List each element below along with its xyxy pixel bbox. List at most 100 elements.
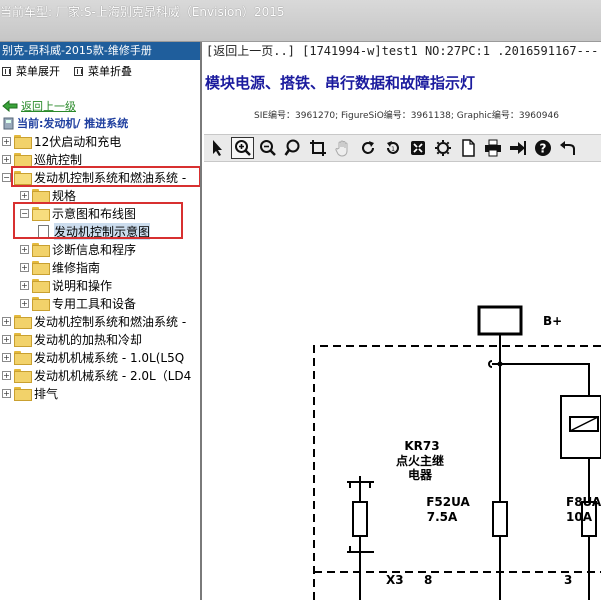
- expand-toggle-icon[interactable]: +: [20, 298, 29, 308]
- zoom-out-icon: [259, 140, 276, 156]
- folder-icon: [32, 261, 50, 275]
- wire-jump: [488, 360, 493, 368]
- content-pane: [返回上一页..] [1741994-w]test1 NO:27PC:1 .20…: [204, 42, 601, 600]
- tree-item-label[interactable]: 发动机机械系统 - 1.0L(L5Q: [34, 349, 184, 366]
- expand-toggle-icon[interactable]: +: [20, 244, 29, 254]
- tree-item[interactable]: + 发动机机械系统 - 1.0L(L5Q: [2, 348, 184, 366]
- tree-item-label[interactable]: 诊断信息和程序: [52, 241, 136, 258]
- zoom-out-tool[interactable]: [256, 137, 279, 159]
- folder-icon: [14, 153, 32, 167]
- document-icon: [38, 224, 49, 238]
- back-tool[interactable]: [556, 137, 579, 159]
- tree-item[interactable]: + 排气: [2, 384, 58, 402]
- pin-label-1: 8: [424, 573, 432, 587]
- search-tool[interactable]: [281, 137, 304, 159]
- navigation-panel: 别克-昂科威-2015款-维修手册 菜单展开 菜单折叠 返回上一级 当前:发动机…: [0, 42, 202, 600]
- fit-icon: [410, 141, 425, 155]
- export-tool[interactable]: [506, 137, 529, 159]
- folder-icon: [14, 135, 32, 149]
- expand-toggle-icon[interactable]: +: [2, 370, 11, 380]
- tree-item[interactable]: +12伏启动和充电: [2, 132, 121, 150]
- arrow-pointer-icon: [212, 140, 222, 156]
- expand-toggle-icon[interactable]: +: [2, 388, 11, 398]
- current-location: 当前:发动机/ 推进系统: [2, 115, 128, 131]
- folder-icon: [32, 279, 50, 293]
- expand-toggle-icon[interactable]: +: [20, 262, 29, 272]
- tree-item-label[interactable]: 12伏启动和充电: [34, 133, 121, 150]
- tree-item-label[interactable]: 发动机的加热和冷却: [34, 331, 142, 348]
- fuse1-rating: 7.5A: [427, 510, 458, 524]
- wiring-diagram[interactable]: B+ KR73 点火主继 电器 F52UA 7.5A F8UA 10A X3 8…: [204, 164, 601, 600]
- settings-tool[interactable]: [431, 137, 454, 159]
- menu-toolbar: 菜单展开 菜单折叠: [0, 60, 200, 82]
- folder-icon: [14, 351, 32, 365]
- expand-toggle-icon[interactable]: +: [2, 352, 11, 362]
- page-title: 模块电源、搭铁、串行数据和故障指示灯: [205, 74, 476, 92]
- tree-item[interactable]: + 发动机机械系统 - 2.0L（LD4: [2, 366, 191, 384]
- back-link[interactable]: 返回上一级: [2, 98, 76, 114]
- reset-tool[interactable]: 1: [381, 137, 404, 159]
- folder-icon: [14, 369, 32, 383]
- tree-item-label[interactable]: 发动机控制系统和燃油系统 -: [34, 169, 186, 186]
- tree-item-label[interactable]: 示意图和布线图: [52, 205, 136, 222]
- fuse2-id: F8UA: [566, 495, 601, 509]
- tree-item[interactable]: + 专用工具和设备: [20, 294, 136, 312]
- crop-tool[interactable]: [306, 137, 329, 159]
- collapse-toggle-icon[interactable]: −: [2, 172, 11, 182]
- zoom-in-tool[interactable]: [231, 137, 254, 159]
- expand-toggle-icon[interactable]: +: [2, 334, 11, 344]
- tree-item-label[interactable]: 说明和操作: [52, 277, 112, 294]
- tree-item-label[interactable]: 发动机控制示意图: [54, 222, 151, 240]
- bus-branch: [492, 363, 590, 396]
- menu-expand-button[interactable]: 菜单展开: [2, 63, 60, 79]
- menu-collapse-button[interactable]: 菜单折叠: [74, 63, 132, 79]
- tree-item[interactable]: + 发动机的加热和冷却: [2, 330, 142, 348]
- tree-item-label[interactable]: 巡航控制: [34, 151, 82, 168]
- fuse-f52ua: [492, 501, 508, 537]
- page-tool[interactable]: [456, 137, 479, 159]
- tree-item[interactable]: − 发动机控制系统和燃油系统 -: [2, 168, 186, 186]
- collapse-toggle-icon[interactable]: −: [20, 208, 29, 218]
- expand-toggle-icon[interactable]: +: [2, 154, 11, 164]
- expand-toggle-icon[interactable]: +: [2, 136, 11, 146]
- pan-tool[interactable]: [331, 137, 354, 159]
- expand-toggle-icon[interactable]: +: [20, 190, 29, 200]
- tree-item[interactable]: + 诊断信息和程序: [20, 240, 136, 258]
- document-ids: SIE编号：3961270; FigureSiO编号：3961138; Grap…: [254, 111, 559, 121]
- relay-box: [560, 395, 601, 459]
- relay-coil-slash: [569, 416, 599, 432]
- tree-item[interactable]: + 规格: [20, 186, 76, 204]
- tree-item[interactable]: + 发动机控制系统和燃油系统 -: [2, 312, 186, 330]
- expand-toggle-icon[interactable]: +: [2, 316, 11, 326]
- folder-icon: [32, 189, 50, 203]
- export-icon: [509, 141, 526, 155]
- tree-item-label[interactable]: 排气: [34, 385, 58, 402]
- window-title: 当前车型: 厂家:S-上海别克昂科威（Envision）2015: [0, 5, 285, 19]
- print-tool[interactable]: [481, 137, 504, 159]
- tree-item[interactable]: − 示意图和布线图: [20, 204, 136, 222]
- fuse2-rating: 10A: [566, 510, 593, 524]
- tree-item-label[interactable]: 维修指南: [52, 259, 100, 276]
- folder-icon: [14, 333, 32, 347]
- tree-item-label[interactable]: 规格: [52, 187, 76, 204]
- pointer-tool[interactable]: [206, 137, 229, 159]
- back-link-label[interactable]: 返回上一级: [21, 98, 76, 114]
- svg-text:?: ?: [539, 142, 546, 156]
- tree-item-label[interactable]: 发动机控制系统和燃油系统 -: [34, 313, 186, 330]
- menu-collapse-label: 菜单折叠: [88, 65, 132, 78]
- document-header[interactable]: [返回上一页..] [1741994-w]test1 NO:27PC:1 .20…: [206, 42, 598, 59]
- rotate-tool[interactable]: [356, 137, 379, 159]
- fit-tool[interactable]: [406, 137, 429, 159]
- fuse-block-outline: [313, 345, 601, 600]
- junction: [497, 361, 503, 367]
- tree-item-label[interactable]: 发动机机械系统 - 2.0L（LD4: [34, 367, 191, 384]
- help-tool[interactable]: ?: [531, 137, 554, 159]
- tree-item[interactable]: + 说明和操作: [20, 276, 112, 294]
- tree-item[interactable]: + 维修指南: [20, 258, 100, 276]
- expand-toggle-icon[interactable]: +: [20, 280, 29, 290]
- tree-item-label[interactable]: 专用工具和设备: [52, 295, 136, 312]
- undo-arrow-icon: [559, 141, 575, 155]
- tree-item[interactable]: 发动机控制示意图: [38, 222, 151, 240]
- folder-icon: [14, 387, 32, 401]
- tree-item[interactable]: + 巡航控制: [2, 150, 82, 168]
